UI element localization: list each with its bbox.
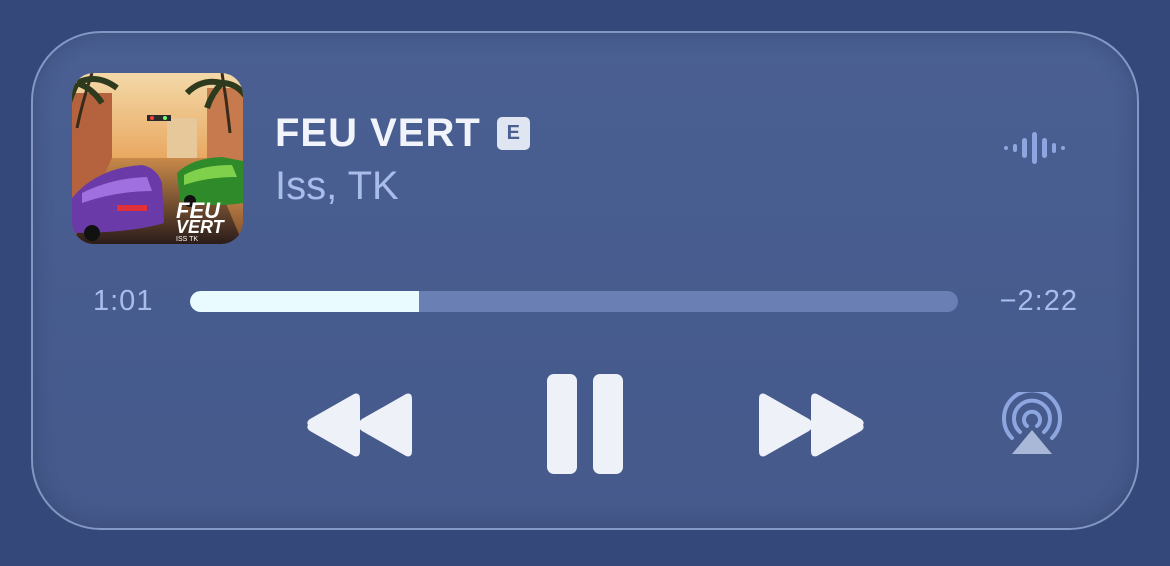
- airplay-button[interactable]: [998, 388, 1066, 461]
- airplay-icon: [1002, 388, 1062, 454]
- progress-fill: [190, 291, 419, 312]
- song-title[interactable]: FEU VERT: [275, 110, 481, 156]
- title-row: FEU VERT E: [275, 110, 530, 156]
- artwork-text-artist: ISS TK: [176, 236, 198, 243]
- rewind-icon: [307, 393, 412, 457]
- album-artwork-image: FEU VERT ISS TK: [72, 73, 243, 244]
- fast-forward-icon: [759, 393, 864, 457]
- pause-button[interactable]: [547, 374, 623, 479]
- elapsed-time: 1:01: [93, 285, 154, 317]
- fast-forward-button[interactable]: [757, 393, 865, 462]
- artist-name[interactable]: Iss, TK: [275, 163, 399, 209]
- album-artwork[interactable]: FEU VERT ISS TK: [72, 73, 243, 244]
- progress-bar[interactable]: [190, 291, 958, 312]
- artwork-text-vert: VERT: [176, 217, 226, 237]
- rewind-button[interactable]: [306, 393, 414, 462]
- pause-icon: [547, 374, 623, 474]
- audio-waveform-icon: [1004, 130, 1068, 171]
- remaining-time: −2:22: [999, 285, 1078, 317]
- explicit-badge: E: [496, 116, 530, 150]
